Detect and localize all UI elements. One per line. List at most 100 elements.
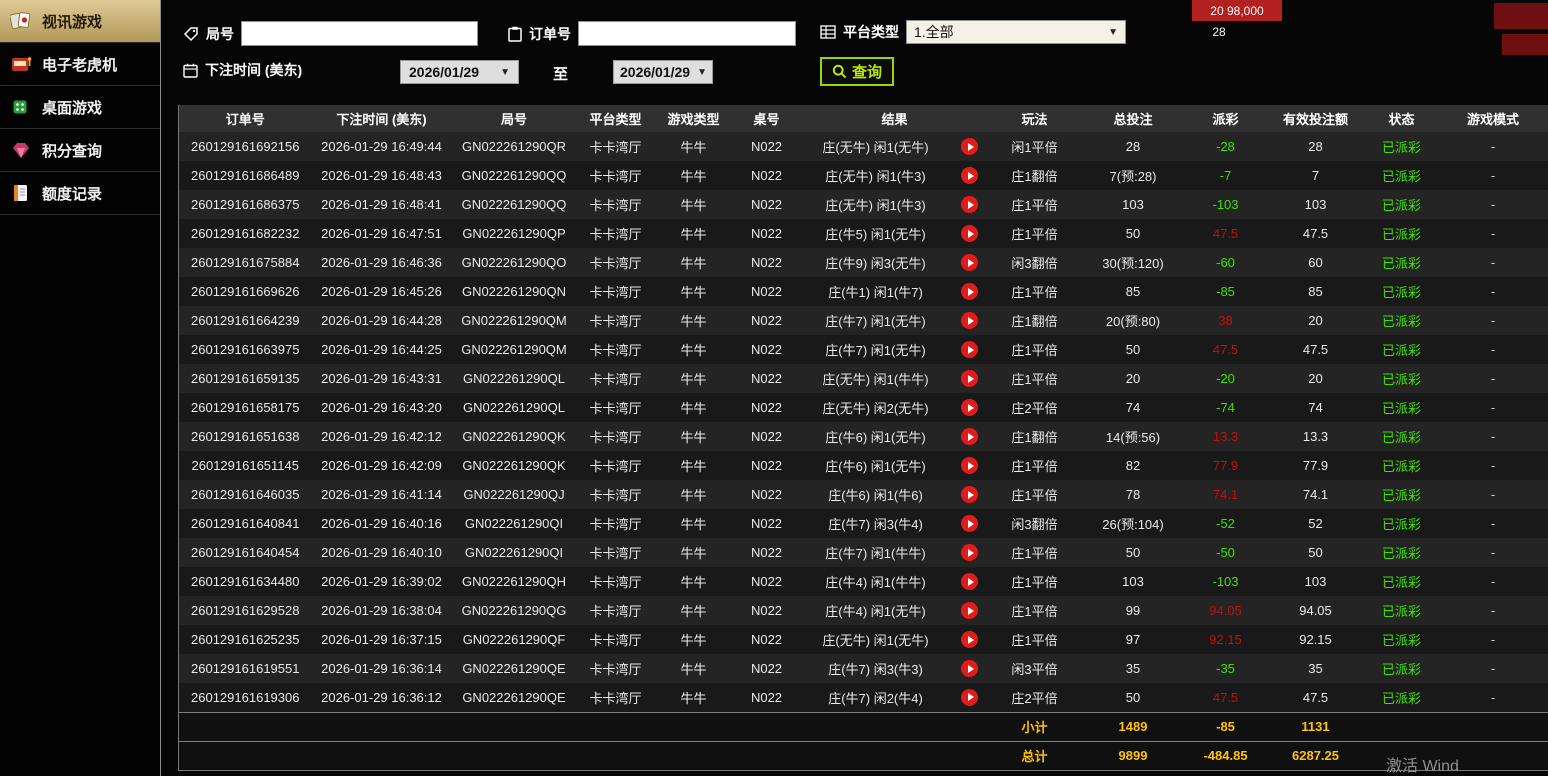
cell-order-no: 260129161669626 xyxy=(191,284,300,299)
clipboard-icon xyxy=(508,26,522,42)
order-number-input[interactable] xyxy=(578,21,796,46)
play-video-button[interactable] xyxy=(961,399,978,417)
play-icon xyxy=(967,548,974,557)
cell-game-mode: - xyxy=(1490,313,1496,328)
play-video-button[interactable] xyxy=(961,370,978,388)
date-to-picker[interactable]: 2026/01/29 ▼ xyxy=(613,60,713,84)
play-video-button[interactable] xyxy=(961,457,978,475)
cell-bet-time: 2026-01-29 16:39:02 xyxy=(321,574,442,589)
platform-type-filter: 平台类型 1.全部 ▼ xyxy=(820,20,1126,44)
cell-table-no: N022 xyxy=(750,255,783,270)
play-video-button[interactable] xyxy=(961,602,978,620)
sidebar-item-video-games[interactable]: 视讯游戏 xyxy=(0,0,160,43)
platform-type-label: 平台类型 xyxy=(843,24,899,40)
cell-payout: -28 xyxy=(1216,139,1235,154)
cell-play xyxy=(951,422,989,451)
cell-play-type: 庄2平倍 xyxy=(1011,401,1058,416)
play-video-button[interactable] xyxy=(961,167,978,185)
cell-game-type: 牛牛 xyxy=(680,488,707,503)
play-video-button[interactable] xyxy=(961,341,978,359)
play-video-button[interactable] xyxy=(961,138,978,156)
subtotal-total-bet: 1489 xyxy=(1080,712,1186,741)
cell-valid-bet: 103 xyxy=(1304,574,1327,589)
cell-play xyxy=(951,132,989,161)
cell-platform: 卡卡湾厅 xyxy=(589,575,642,590)
play-icon xyxy=(967,577,974,586)
cell-play xyxy=(951,248,989,277)
cell-valid-bet: 20 xyxy=(1308,313,1323,328)
play-video-button[interactable] xyxy=(961,660,978,678)
cell-status: 已派彩 xyxy=(1382,198,1422,213)
cell-game-type: 牛牛 xyxy=(680,575,707,590)
order-number-label: 订单号 xyxy=(529,25,571,42)
play-video-button[interactable] xyxy=(961,544,978,562)
cell-payout: 38 xyxy=(1218,313,1233,328)
cell-game-type: 牛牛 xyxy=(680,401,707,416)
cell-order-no: 260129161646035 xyxy=(191,487,300,502)
play-video-button[interactable] xyxy=(961,312,978,330)
cell-game-mode: - xyxy=(1490,342,1496,357)
sidebar-item-points-query[interactable]: 积分查询 xyxy=(0,129,160,172)
play-video-button[interactable] xyxy=(961,515,978,533)
play-video-button[interactable] xyxy=(961,225,978,243)
cell-play-type: 闲1平倍 xyxy=(1011,140,1058,155)
play-video-button[interactable] xyxy=(961,631,978,649)
play-icon xyxy=(967,258,974,267)
cell-play xyxy=(951,161,989,190)
total-blank xyxy=(178,741,989,770)
col-header-play-type: 玩法 xyxy=(988,105,1081,132)
cell-platform: 卡卡湾厅 xyxy=(589,256,642,271)
col-header-platform: 平台类型 xyxy=(576,105,655,132)
table-row: 260129161686375 2026-01-29 16:48:41 GN02… xyxy=(178,190,1548,219)
table-row: 260129161669626 2026-01-29 16:45:26 GN02… xyxy=(178,277,1548,306)
play-video-button[interactable] xyxy=(961,254,978,272)
cell-platform: 卡卡湾厅 xyxy=(589,140,642,155)
cell-status: 已派彩 xyxy=(1382,604,1422,619)
cell-round-no: GN022261290QK xyxy=(462,458,566,473)
query-button[interactable]: 查询 xyxy=(820,57,895,86)
cell-play xyxy=(951,480,989,509)
cell-game-mode: - xyxy=(1490,197,1496,212)
cell-bet-time: 2026-01-29 16:43:31 xyxy=(321,371,442,386)
play-icon xyxy=(967,403,974,412)
table-row: 260129161625235 2026-01-29 16:37:15 GN02… xyxy=(178,625,1548,654)
cell-play-type: 庄1平倍 xyxy=(1011,343,1058,358)
cell-order-no: 260129161625235 xyxy=(191,632,300,647)
background-remnant xyxy=(1502,34,1548,55)
cell-bet-time: 2026-01-29 16:38:04 xyxy=(321,603,442,618)
play-video-button[interactable] xyxy=(961,486,978,504)
cell-result: 庄(牛7) 闲1(无牛) xyxy=(825,343,926,358)
round-number-input[interactable] xyxy=(241,21,478,46)
table-row: 260129161686489 2026-01-29 16:48:43 GN02… xyxy=(178,161,1548,190)
cell-result: 庄(牛7) 闲1(牛牛) xyxy=(825,546,926,561)
platform-type-select[interactable]: 1.全部 ▼ xyxy=(906,20,1126,44)
cell-status: 已派彩 xyxy=(1382,488,1422,503)
play-video-button[interactable] xyxy=(961,688,978,706)
play-video-button[interactable] xyxy=(961,283,978,301)
cell-bet-time: 2026-01-29 16:49:44 xyxy=(321,139,442,154)
sidebar-item-slot-machines[interactable]: 电子老虎机 xyxy=(0,43,160,86)
play-video-button[interactable] xyxy=(961,196,978,214)
cell-result: 庄(牛6) 闲1(无牛) xyxy=(825,430,926,445)
cell-play xyxy=(951,596,989,625)
col-header-bet-time: 下注时间 (美东) xyxy=(311,105,452,132)
round-number-label: 局号 xyxy=(206,25,234,42)
cell-order-no: 260129161675884 xyxy=(191,255,300,270)
sidebar-item-quota-records[interactable]: 额度记录 xyxy=(0,172,160,215)
cell-total-bet: 28 xyxy=(1125,139,1141,154)
cell-result: 庄(牛4) 闲1(牛牛) xyxy=(825,575,926,590)
cell-game-type: 牛牛 xyxy=(680,546,707,561)
cell-total-bet: 50 xyxy=(1125,226,1141,241)
cell-game-mode: - xyxy=(1490,661,1496,676)
sidebar-item-table-games[interactable]: 桌面游戏 xyxy=(0,86,160,129)
cell-play-type: 闲3平倍 xyxy=(1011,662,1058,677)
date-from-picker[interactable]: 2026/01/29 ▼ xyxy=(400,60,519,84)
cell-game-mode: - xyxy=(1490,168,1496,183)
play-video-button[interactable] xyxy=(961,573,978,591)
cell-valid-bet: 47.5 xyxy=(1302,689,1329,705)
col-header-result: 结果 xyxy=(800,105,989,132)
cell-platform: 卡卡湾厅 xyxy=(589,459,642,474)
cell-payout: -52 xyxy=(1216,516,1235,531)
table-row: 260129161619306 2026-01-29 16:36:12 GN02… xyxy=(178,683,1548,712)
play-video-button[interactable] xyxy=(961,428,978,446)
